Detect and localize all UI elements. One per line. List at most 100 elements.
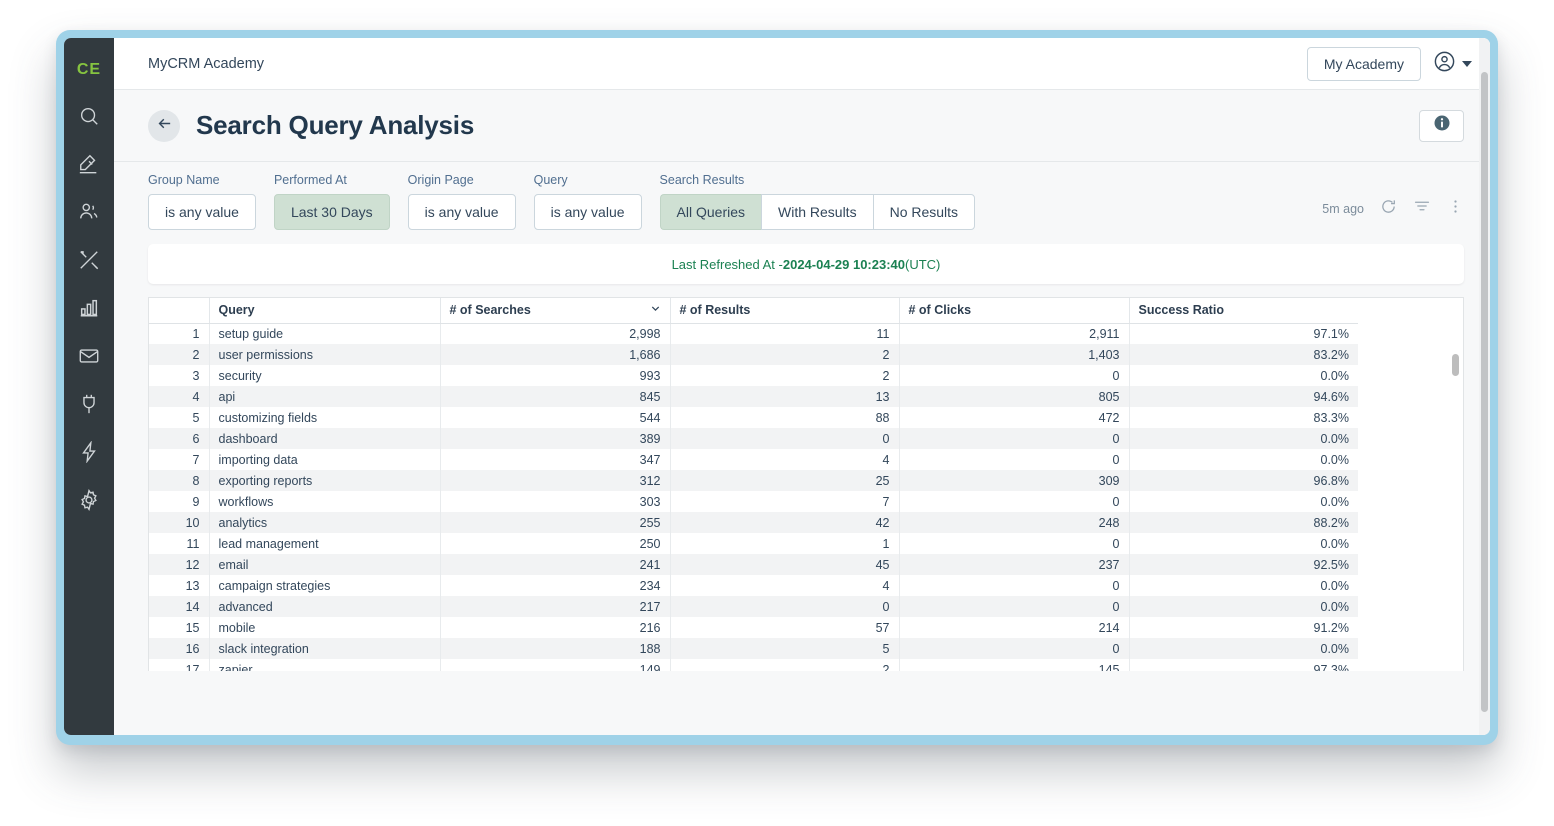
table-scrollbar-thumb[interactable]	[1452, 354, 1459, 376]
cell-clicks: 1,403	[898, 344, 1129, 365]
my-academy-button[interactable]: My Academy	[1306, 46, 1421, 81]
column-header-query[interactable]: Query	[208, 298, 440, 324]
sidebar-nav: CE	[64, 38, 114, 735]
cell-query: api	[208, 386, 440, 407]
table-row[interactable]: 3 security 993 2 0 0.0%	[149, 365, 1358, 386]
cell-searches: 255	[439, 512, 670, 533]
more-actions-button[interactable]	[1447, 198, 1464, 220]
cell-results: 88	[669, 407, 899, 428]
filter-label: Origin Page	[407, 173, 474, 187]
cell-clicks: 0	[898, 428, 1129, 449]
sidebar-item-contacts[interactable]	[64, 188, 114, 236]
refresh-button[interactable]	[1380, 198, 1397, 220]
table-row[interactable]: 7 importing data 347 4 0 0.0%	[149, 449, 1358, 470]
more-vertical-dots-icon	[1447, 198, 1464, 220]
column-header-clicks[interactable]: # of Clicks	[898, 298, 1129, 324]
cell-results: 1	[669, 533, 899, 554]
cell-query: user permissions	[208, 344, 440, 365]
table-row[interactable]: 11 lead management 250 1 0 0.0%	[149, 533, 1358, 554]
cell-clicks: 472	[898, 407, 1129, 428]
table-header: Query # of Searches # of Results # of Cl…	[149, 298, 1358, 324]
info-button[interactable]	[1419, 109, 1464, 142]
cell-index: 1	[149, 323, 209, 344]
cell-searches: 389	[439, 428, 670, 449]
page-title: Search Query Analysis	[196, 110, 475, 140]
filter-value-origin-page[interactable]: is any value	[407, 194, 516, 230]
arrow-left-icon	[156, 115, 173, 137]
column-header-index[interactable]	[149, 298, 209, 324]
column-header-results[interactable]: # of Results	[669, 298, 899, 324]
account-menu[interactable]	[1433, 50, 1472, 78]
cell-query: exporting reports	[208, 470, 440, 491]
sidebar-item-integrations[interactable]	[64, 380, 114, 428]
cell-searches: 347	[439, 449, 670, 470]
cell-index: 6	[149, 428, 209, 449]
table-row[interactable]: 4 api 845 13 805 94.6%	[149, 386, 1358, 407]
table-header-row: Query # of Searches # of Results # of Cl…	[149, 298, 1358, 324]
filter-label: Search Results	[659, 173, 745, 187]
table-row[interactable]: 13 campaign strategies 234 4 0 0.0%	[149, 575, 1358, 596]
column-header-success-ratio[interactable]: Success Ratio	[1128, 298, 1358, 324]
table-row[interactable]: 9 workflows 303 7 0 0.0%	[149, 491, 1358, 512]
cell-index: 14	[149, 596, 209, 617]
sidebar-item-marketing[interactable]	[64, 140, 114, 188]
filter-group-name: Group Name is any value	[148, 173, 256, 230]
table-row[interactable]: 5 customizing fields 544 88 472 83.3%	[149, 407, 1358, 428]
cell-searches: 845	[439, 386, 670, 407]
table-row[interactable]: 10 analytics 255 42 248 88.2%	[149, 512, 1358, 533]
column-header-searches[interactable]: # of Searches	[439, 298, 670, 324]
refresh-age-label: 5m ago	[1322, 201, 1364, 216]
table-row[interactable]: 1 setup guide 2,998 11 2,911 97.1%	[149, 323, 1358, 344]
segment-with-results[interactable]: With Results	[761, 194, 873, 230]
filter-value-performed-at[interactable]: Last 30 Days	[273, 194, 390, 230]
table-row[interactable]: 17 zapier 149 2 145 97.3%	[149, 659, 1358, 671]
cell-index: 8	[149, 470, 209, 491]
sidebar-item-tools[interactable]	[64, 236, 114, 284]
cell-index: 12	[149, 554, 209, 575]
cell-clicks: 0	[898, 638, 1129, 659]
tools-crossed-icon	[78, 249, 100, 271]
page-scrollbar-track[interactable]	[1479, 38, 1490, 735]
sidebar-item-settings[interactable]	[64, 476, 114, 524]
sidebar-item-reports[interactable]	[64, 284, 114, 332]
filter-value-group-name[interactable]: is any value	[148, 194, 256, 230]
sidebar-item-automation[interactable]	[64, 428, 114, 476]
page-scrollbar-thumb[interactable]	[1481, 72, 1488, 712]
segment-no-results[interactable]: No Results	[872, 194, 976, 230]
cell-success-ratio: 92.5%	[1128, 554, 1358, 575]
cell-searches: 216	[439, 617, 670, 638]
sidebar-item-search[interactable]	[64, 92, 114, 140]
filter-button[interactable]	[1413, 197, 1431, 220]
filter-search-results: Search Results All Queries With Results …	[659, 173, 976, 230]
table-row[interactable]: 12 email 241 45 237 92.5%	[149, 554, 1358, 575]
table-scrollbar-track[interactable]	[1451, 324, 1462, 671]
table-row[interactable]: 15 mobile 216 57 214 91.2%	[149, 617, 1358, 638]
cell-results: 0	[669, 596, 899, 617]
cell-query: campaign strategies	[208, 575, 440, 596]
cell-index: 4	[149, 386, 209, 407]
column-header-label: # of Clicks	[908, 303, 972, 318]
table-row[interactable]: 6 dashboard 389 0 0 0.0%	[149, 428, 1358, 449]
cell-clicks: 2,911	[898, 323, 1129, 344]
cell-results: 2	[669, 344, 899, 365]
sidebar-logo[interactable]: CE	[77, 48, 101, 92]
sidebar-item-inbox[interactable]	[64, 332, 114, 380]
back-button[interactable]	[148, 109, 180, 142]
segment-all-queries[interactable]: All Queries	[659, 194, 761, 230]
table-row[interactable]: 8 exporting reports 312 25 309 96.8%	[149, 470, 1358, 491]
top-bar-right: My Academy	[1306, 46, 1472, 81]
last-refreshed-timestamp: 2024-04-29 10:23:40	[782, 256, 906, 272]
refresh-circular-arrow-icon	[1380, 198, 1397, 220]
cell-success-ratio: 94.6%	[1128, 386, 1358, 407]
cell-query: customizing fields	[208, 407, 440, 428]
cell-results: 2	[669, 365, 899, 386]
cell-clicks: 145	[898, 659, 1129, 671]
table-row[interactable]: 14 advanced 217 0 0 0.0%	[149, 596, 1358, 617]
filter-value-query[interactable]: is any value	[533, 194, 642, 230]
filter-actions: 5m ago	[1322, 197, 1464, 230]
filter-label: Query	[533, 173, 568, 187]
cell-clicks: 0	[898, 575, 1129, 596]
table-row[interactable]: 2 user permissions 1,686 2 1,403 83.2%	[149, 344, 1358, 365]
table-row[interactable]: 16 slack integration 188 5 0 0.0%	[149, 638, 1358, 659]
cell-index: 5	[149, 407, 209, 428]
